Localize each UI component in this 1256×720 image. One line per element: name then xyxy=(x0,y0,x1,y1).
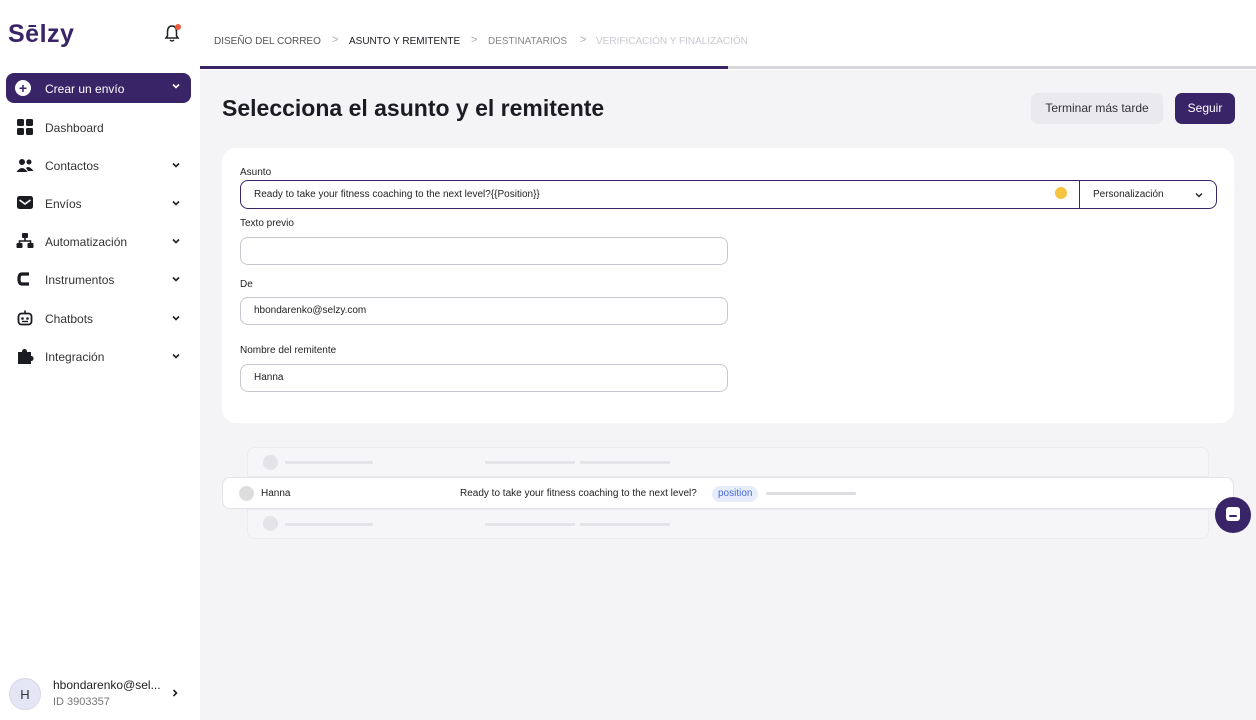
placeholder-avatar xyxy=(263,455,278,470)
sidebar-item-dashboard[interactable]: Dashboard xyxy=(0,112,200,142)
sidebar-item-label: Dashboard xyxy=(45,121,104,135)
from-label: De xyxy=(240,279,253,290)
sidebar-item-label: Envíos xyxy=(45,197,82,211)
chat-icon xyxy=(1226,507,1240,521)
step-recipients[interactable]: DESTINATARIOS xyxy=(488,36,567,47)
page-title: Selecciona el asunto y el remitente xyxy=(222,95,605,121)
inbox-preview-row: Hanna Ready to take your fitness coachin… xyxy=(222,477,1234,509)
chevron-down-icon xyxy=(172,276,180,282)
sender-name-label: Nombre del remitente xyxy=(240,345,337,356)
sidebar-item-chatbots[interactable]: Chatbots xyxy=(0,303,200,333)
mail-icon xyxy=(17,196,33,209)
chat-widget-button[interactable] xyxy=(1215,497,1251,533)
breadcrumb-separator: > xyxy=(471,34,478,46)
preheader-input[interactable] xyxy=(240,237,728,265)
placeholder-line xyxy=(580,461,670,464)
personalization-select[interactable]: Personalización xyxy=(1093,189,1164,200)
chevron-down-icon xyxy=(172,200,180,206)
next-button[interactable]: Seguir xyxy=(1175,93,1235,124)
step-email-design[interactable]: DISEÑO DEL CORREO xyxy=(214,36,321,47)
sender-name-input[interactable]: Hanna xyxy=(240,364,728,392)
placeholder-line xyxy=(285,461,373,464)
finish-later-button[interactable]: Terminar más tarde xyxy=(1031,93,1163,124)
subject-label: Asunto xyxy=(240,167,272,178)
sidebar-item-instrumentos[interactable]: Instrumentos xyxy=(0,264,200,294)
breadcrumb: DISEÑO DEL CORREO > ASUNTO Y REMITENTE >… xyxy=(200,0,1256,70)
avatar: H xyxy=(9,678,41,710)
placeholder-line xyxy=(285,523,373,526)
sender-avatar xyxy=(239,486,254,501)
subject-input[interactable]: Ready to take your fitness coaching to t… xyxy=(240,180,1217,209)
user-email: hbondarenko@sel... xyxy=(53,678,161,692)
step-verification: VERIFICACIÓN Y FINALIZACIÓN xyxy=(596,36,748,47)
hierarchy-icon xyxy=(16,233,34,248)
puzzle-icon xyxy=(18,349,34,364)
chevron-right-icon xyxy=(172,689,178,697)
chat-icon-detail xyxy=(1229,515,1237,517)
chevron-down-icon xyxy=(172,83,180,89)
sidebar-item-automatizacion[interactable]: Automatización xyxy=(0,226,200,256)
sidebar-item-label: Instrumentos xyxy=(45,273,115,287)
inbox-preview-placeholder xyxy=(247,509,1209,539)
user-id: ID 3903357 xyxy=(53,696,110,708)
step-subject-sender[interactable]: ASUNTO Y REMITENTE xyxy=(349,36,460,47)
robot-icon xyxy=(17,310,33,326)
sidebar-item-label: Integración xyxy=(45,350,105,364)
placeholder-line xyxy=(766,492,856,495)
tools-icon xyxy=(17,272,29,286)
chevron-down-icon xyxy=(172,162,180,168)
chevron-down-icon[interactable] xyxy=(1194,190,1204,200)
user-account[interactable]: H hbondarenko@sel... ID 3903357 xyxy=(0,664,200,720)
preheader-label: Texto previo xyxy=(240,218,294,229)
preview-subject: Ready to take your fitness coaching to t… xyxy=(460,488,697,499)
grid-icon xyxy=(17,119,33,135)
logo-row: Sēlzy xyxy=(0,0,200,66)
emoji-icon[interactable] xyxy=(1055,187,1067,199)
chevron-down-icon xyxy=(172,238,180,244)
progress-fill xyxy=(200,66,728,69)
divider xyxy=(1079,181,1080,208)
chevron-down-icon xyxy=(172,315,180,321)
breadcrumb-separator: > xyxy=(332,34,339,46)
inbox-preview-placeholder xyxy=(247,447,1209,477)
notification-dot xyxy=(175,24,181,30)
breadcrumb-separator: > xyxy=(580,34,587,46)
placeholder-avatar xyxy=(263,516,278,531)
contacts-icon xyxy=(16,159,34,172)
sidebar-item-envios[interactable]: Envíos xyxy=(0,188,200,218)
selzy-logo[interactable]: Sēlzy xyxy=(8,20,74,49)
sidebar-item-label: Contactos xyxy=(45,159,100,173)
placeholder-line xyxy=(485,461,575,464)
preview-sender: Hanna xyxy=(261,488,291,499)
sidebar-item-integracion[interactable]: Integración xyxy=(0,341,200,371)
from-input[interactable]: hbondarenko@selzy.com xyxy=(240,297,728,325)
plus-icon: + xyxy=(15,80,31,96)
personalization-tag: position xyxy=(712,486,759,502)
sidebar-item-label: Chatbots xyxy=(45,312,94,326)
chevron-down-icon xyxy=(172,353,180,359)
subject-text: Ready to take your fitness coaching to t… xyxy=(254,189,540,200)
placeholder-line xyxy=(580,523,670,526)
sidebar-item-contactos[interactable]: Contactos xyxy=(0,150,200,180)
sidebar-item-label: Automatización xyxy=(45,235,128,249)
placeholder-line xyxy=(485,523,575,526)
sidebar: Sēlzy + Crear un envío Dashboard Contact… xyxy=(0,0,200,720)
create-send-label: Crear un envío xyxy=(45,82,125,96)
create-send-button[interactable]: + Crear un envío xyxy=(6,73,191,103)
